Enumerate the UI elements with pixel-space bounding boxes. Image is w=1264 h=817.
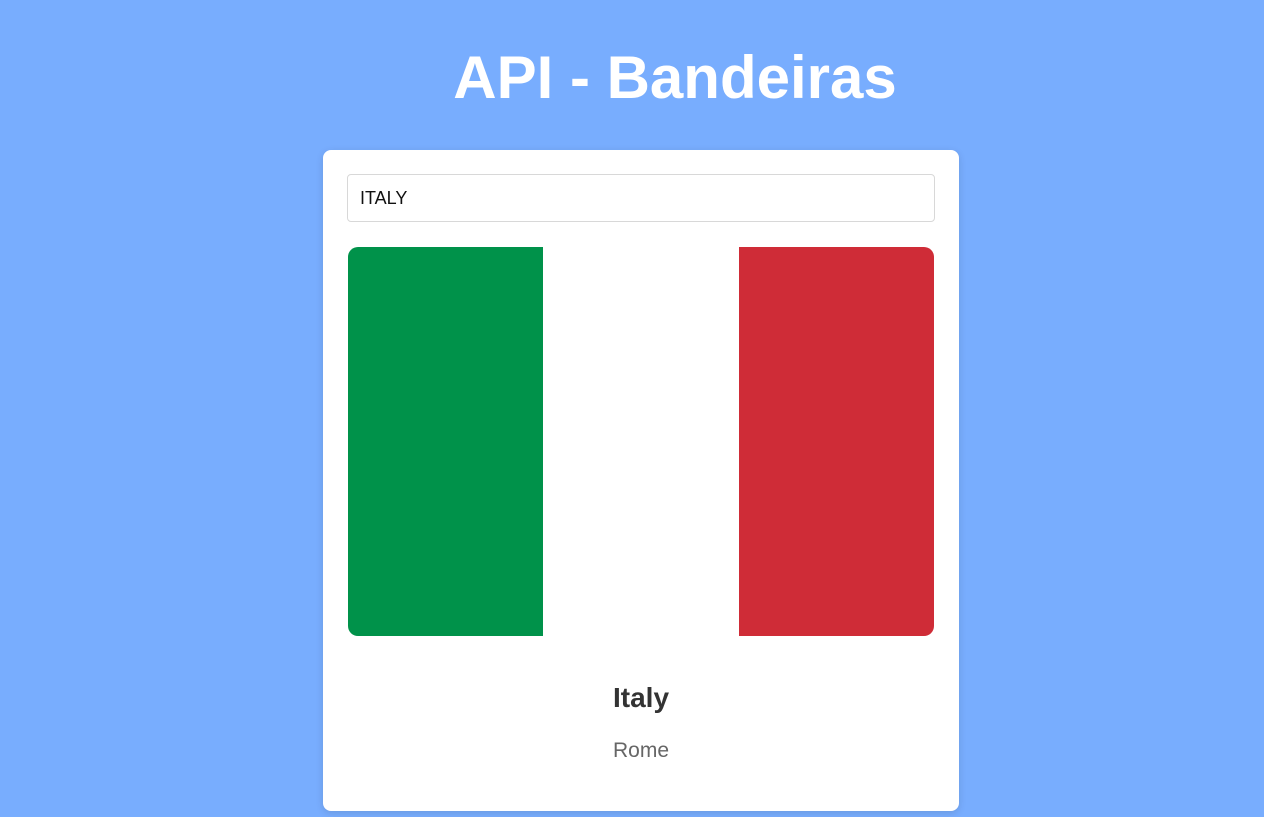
page-title: API - Bandeiras	[453, 44, 897, 111]
country-capital: Rome	[612, 739, 670, 762]
flag-band-green	[348, 247, 544, 636]
flag-band-red	[738, 247, 934, 636]
country-flag-image	[348, 247, 934, 636]
country-card: Italy Rome	[323, 150, 959, 811]
country-name: Italy	[612, 682, 670, 713]
search-input[interactable]	[347, 174, 935, 222]
flag-band-white	[543, 247, 739, 636]
